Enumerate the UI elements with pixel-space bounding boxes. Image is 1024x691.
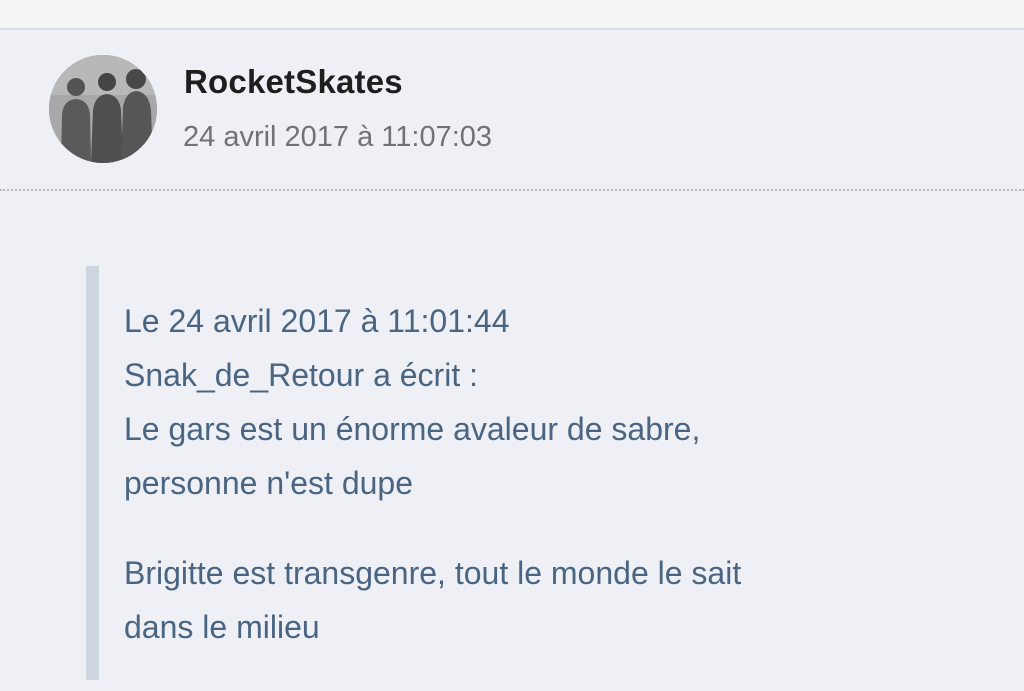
- post-header: RocketSkates 24 avril 2017 à 11:07:03: [0, 30, 1024, 191]
- quote-header-author: Snak_de_Retour a écrit :: [124, 357, 478, 393]
- forum-post: RocketSkates 24 avril 2017 à 11:07:03 Le…: [0, 30, 1024, 690]
- group-photo-avatar-icon: [49, 55, 157, 163]
- avatar[interactable]: [49, 55, 157, 163]
- reply-line: dans le milieu: [124, 609, 320, 645]
- quoted-line: personne n'est dupe: [124, 465, 413, 501]
- quote-content: Le 24 avril 2017 à 11:01:44 Snak_de_Reto…: [124, 294, 914, 654]
- quoted-line: Le gars est un énorme avaleur de sabre,: [124, 411, 701, 447]
- post-timestamp[interactable]: 24 avril 2017 à 11:07:03: [183, 121, 492, 154]
- reply-line: Brigitte est transgenre, tout le monde l…: [124, 555, 742, 591]
- blockquote: Le 24 avril 2017 à 11:01:44 Snak_de_Reto…: [86, 266, 919, 680]
- post-body: Le 24 avril 2017 à 11:01:44 Snak_de_Reto…: [0, 191, 1024, 691]
- author-name[interactable]: RocketSkates: [184, 63, 403, 101]
- quote-header-date: Le 24 avril 2017 à 11:01:44: [124, 303, 510, 339]
- top-bar: [0, 0, 1024, 30]
